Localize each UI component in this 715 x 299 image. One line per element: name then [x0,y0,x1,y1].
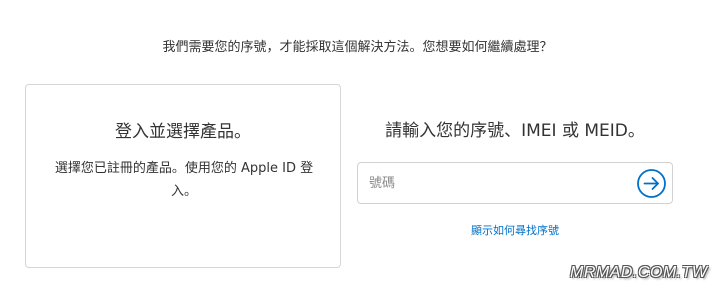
signin-card-title: 登入並選擇產品。 [115,122,251,142]
signin-card-description: 選擇您已註冊的產品。使用您的 Apple ID 登入。 [54,161,314,199]
serial-number-input[interactable] [358,163,628,203]
arrow-right-circle-icon [637,169,666,198]
submit-serial-button[interactable] [636,168,667,199]
page-prompt: 我們需要您的序號，才能採取這個解決方法。您想要如何繼續處理？ [162,40,553,55]
signin-card[interactable]: 登入並選擇產品。 選擇您已註冊的產品。使用您的 Apple ID 登入。 [25,84,341,268]
watermark: MRMAD.COM.TW [570,264,708,281]
find-serial-help-link[interactable]: 顯示如何尋找序號 [357,222,673,238]
serial-field [357,162,673,204]
serial-entry-title: 請輸入您的序號、IMEI 或 MEID。 [385,121,645,141]
